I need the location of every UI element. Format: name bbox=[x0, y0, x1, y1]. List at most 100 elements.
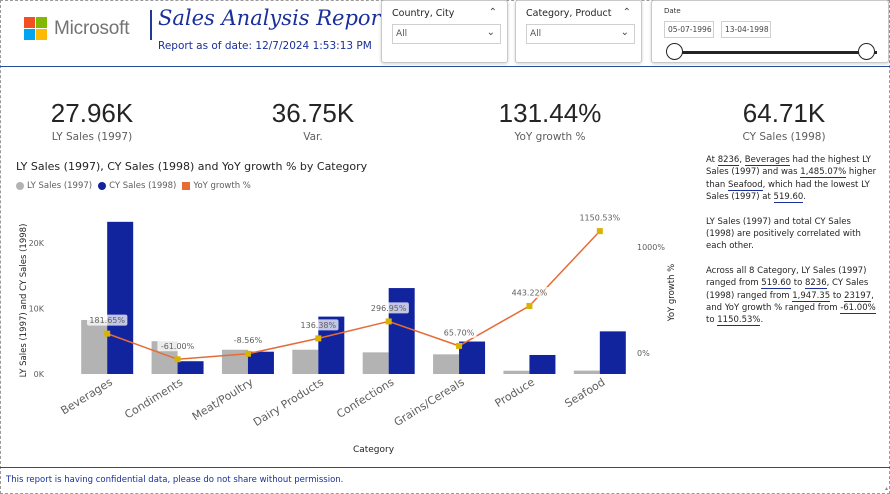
bar-cy-sales bbox=[599, 331, 626, 374]
y-tick-label: 20K bbox=[29, 239, 45, 248]
yoy-growth-marker bbox=[526, 302, 533, 309]
bar-cy-sales bbox=[177, 361, 204, 374]
category-product-dropdown[interactable]: All ⌄ bbox=[526, 24, 635, 44]
category-product-value: All bbox=[530, 29, 542, 39]
x-tick-label: Grains/Cereals bbox=[392, 375, 467, 429]
yoy-data-label: 181.65% bbox=[89, 316, 125, 325]
date-range-end-handle[interactable] bbox=[858, 43, 875, 60]
smart-narrative: At 8236, Beverages had the highest LY Sa… bbox=[706, 154, 878, 339]
combo-chart: 0K 10K 20K 0% 1000% LY Sales (1997) and CY Sa… bbox=[19, 212, 677, 455]
kpi-value: 36.75K bbox=[271, 98, 355, 128]
date-range-track[interactable] bbox=[672, 51, 877, 54]
title-divider bbox=[150, 10, 152, 40]
bar-cy-sales bbox=[107, 221, 134, 374]
date-start-input[interactable]: 05-07-1996 bbox=[664, 21, 714, 38]
footer-disclaimer: This report is having confidential data,… bbox=[6, 475, 344, 485]
header-divider bbox=[0, 66, 890, 67]
x-tick-label: Beverages bbox=[58, 375, 115, 417]
kpi-yoy-growth: 131.44% YoY growth % bbox=[470, 98, 630, 143]
yoy-data-label: 1150.53% bbox=[579, 214, 620, 223]
yoy-growth-marker bbox=[244, 350, 251, 357]
legend-ly-swatch bbox=[16, 182, 24, 190]
bar-cy-sales bbox=[529, 354, 556, 374]
slicer-date: Date 05-07-1996 13-04-1998 bbox=[651, 0, 889, 63]
narrative-value: 519.60 bbox=[773, 192, 804, 204]
yoy-data-label: 136.38% bbox=[301, 321, 337, 330]
x-axis-title: Category bbox=[353, 445, 395, 455]
yoy-growth-marker bbox=[174, 356, 181, 363]
chevron-up-icon[interactable]: ⌃ bbox=[489, 7, 497, 18]
kpi-value: 27.96K bbox=[50, 98, 134, 128]
narrative-paragraph-1: At 8236, Beverages had the highest LY Sa… bbox=[706, 155, 877, 204]
chevron-up-icon[interactable]: ⌃ bbox=[623, 7, 631, 18]
kpi-label: Var. bbox=[303, 131, 323, 143]
yoy-growth-marker bbox=[385, 318, 392, 325]
legend-cy-swatch bbox=[98, 182, 107, 190]
narrative-value: 1150.53% bbox=[717, 315, 761, 327]
y2-axis-title: YoY growth % bbox=[667, 264, 677, 323]
narrative-value: 8236 bbox=[804, 278, 827, 290]
bar-ly-sales bbox=[503, 370, 530, 374]
report-date: Report as of date: 12/7/2024 1:53:13 PM bbox=[158, 40, 372, 52]
x-tick-label: Condiments bbox=[122, 375, 185, 421]
x-tick-label: Produce bbox=[493, 375, 538, 410]
yoy-data-label: 296.95% bbox=[371, 304, 407, 313]
microsoft-logo-icon bbox=[24, 17, 47, 40]
narrative-value: Seafood bbox=[728, 179, 763, 191]
bar-ly-sales bbox=[81, 319, 108, 374]
yoy-data-label: 65.70% bbox=[444, 328, 475, 337]
x-tick-label: Seafood bbox=[563, 376, 608, 411]
legend-yoy-label: YoY growth % bbox=[193, 181, 251, 191]
page-title: Sales Analysis Report bbox=[158, 6, 390, 30]
kpi-value: 131.44% bbox=[498, 98, 602, 128]
yoy-data-label: -61.00% bbox=[161, 342, 195, 351]
kpi-label: CY Sales (1998) bbox=[742, 131, 826, 143]
logo-text: Microsoft bbox=[54, 17, 130, 39]
narrative-value: 1,947.35 bbox=[792, 290, 831, 302]
slicer-category-product: Category, Product ⌃ All ⌄ bbox=[515, 0, 642, 63]
narrative-value: -61.00% bbox=[840, 303, 876, 315]
chevron-down-icon: ⌄ bbox=[486, 27, 495, 38]
kpi-label: YoY growth % bbox=[514, 131, 586, 143]
date-range-start-handle[interactable] bbox=[666, 43, 683, 60]
logo-square-red bbox=[24, 17, 35, 28]
narrative-value: 23197 bbox=[844, 290, 872, 302]
kpi-ly-sales: 27.96K LY Sales (1997) bbox=[12, 98, 172, 143]
bar-ly-sales bbox=[292, 349, 319, 374]
footer-divider bbox=[0, 467, 890, 468]
legend-item-yoy[interactable]: YoY growth % bbox=[182, 181, 251, 191]
yoy-data-label: 443.22% bbox=[512, 288, 548, 297]
slicer-country-city: Country, City ⌃ All ⌄ bbox=[381, 0, 508, 63]
date-end-input[interactable]: 13-04-1998 bbox=[721, 21, 771, 38]
bar-cy-sales bbox=[247, 351, 274, 374]
logo-square-yellow bbox=[36, 29, 47, 40]
legend-cy-label: CY Sales (1998) bbox=[109, 181, 177, 191]
y-tick-label: 0K bbox=[34, 370, 45, 379]
country-city-dropdown[interactable]: All ⌄ bbox=[392, 24, 501, 44]
kpi-value: 64.71K bbox=[742, 98, 826, 128]
x-tick-label: Dairy Products bbox=[251, 375, 326, 429]
chart-legend: LY Sales (1997) CY Sales (1998) YoY grow… bbox=[16, 181, 257, 191]
legend-item-cy[interactable]: CY Sales (1998) bbox=[98, 181, 176, 191]
y-tick-label: 10K bbox=[29, 304, 45, 313]
yoy-growth-marker bbox=[104, 330, 111, 337]
narrative-paragraph-3: Across all 8 Category, LY Sales (1997) r… bbox=[706, 265, 876, 327]
chevron-down-icon: ⌄ bbox=[620, 27, 629, 38]
bar-ly-sales bbox=[433, 354, 460, 374]
country-city-value: All bbox=[396, 29, 408, 39]
logo-square-blue bbox=[24, 29, 35, 40]
yoy-growth-marker bbox=[456, 342, 463, 349]
kpi-variance: 36.75K Var. bbox=[233, 98, 393, 143]
narrative-value: Beverages bbox=[744, 155, 790, 166]
yoy-growth-marker bbox=[315, 335, 322, 342]
legend-yoy-swatch bbox=[182, 182, 191, 190]
narrative-paragraph-2: LY Sales (1997) and total CY Sales (1998… bbox=[706, 216, 861, 252]
yoy-data-label: -8.56% bbox=[234, 336, 263, 345]
x-tick-label: Meat/Poultry bbox=[190, 375, 256, 423]
legend-item-ly[interactable]: LY Sales (1997) bbox=[16, 181, 92, 191]
y-axis-title: LY Sales (1997) and CY Sales (1998) bbox=[19, 224, 29, 378]
logo-square-green bbox=[36, 17, 47, 28]
bar-ly-sales bbox=[362, 352, 389, 374]
y2-tick-label: 0% bbox=[637, 349, 650, 358]
y2-tick-label: 1000% bbox=[637, 243, 665, 252]
